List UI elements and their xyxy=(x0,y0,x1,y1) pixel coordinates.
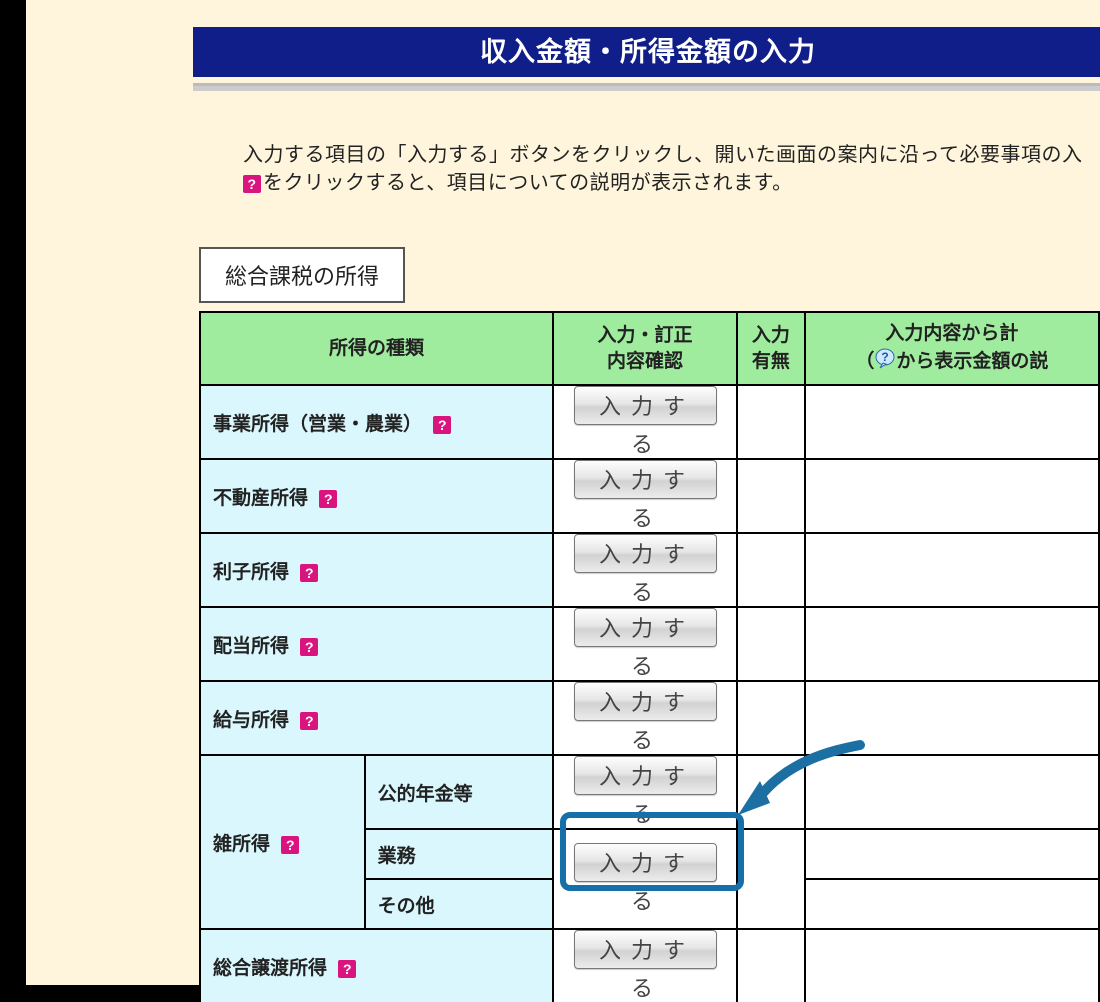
misc-sub-cell: 業務 xyxy=(365,829,554,879)
presence-cell xyxy=(737,681,805,755)
input-button[interactable]: 入力する xyxy=(574,756,717,795)
calc-cell xyxy=(805,681,1099,755)
button-cell: 入力する xyxy=(553,533,737,607)
button-cell: 入力する xyxy=(553,929,737,1002)
help-icon[interactable]: ? xyxy=(300,564,318,582)
section-label: 総合課税の所得 xyxy=(225,264,379,289)
input-button[interactable]: 入力する xyxy=(574,608,717,647)
header-presence: 入力 有無 xyxy=(737,312,805,385)
viewport: 収入金額・所得金額の入力 入力する項目の「入力する」ボタンをクリックし、開いた画… xyxy=(0,0,1100,1002)
button-cell: 入力する xyxy=(553,607,737,681)
header-calc: 入力内容から計 （?から表示金額の説 xyxy=(805,312,1099,385)
instruction-line2: をクリックすると、項目についての説明が表示されます。 xyxy=(263,172,793,194)
table-row: 利子所得 ? 入力する xyxy=(200,533,1099,607)
table-row: 配当所得 ? 入力する xyxy=(200,607,1099,681)
calc-cell xyxy=(805,929,1099,1002)
help-icon[interactable]: ? xyxy=(243,175,261,193)
help-icon[interactable]: ? xyxy=(338,960,356,978)
title-underline xyxy=(193,83,1100,91)
misc-sub-cell: その他 xyxy=(365,879,554,929)
help-icon[interactable]: ? xyxy=(319,490,337,508)
presence-cell xyxy=(737,755,805,829)
input-button[interactable]: 入力する xyxy=(574,460,717,499)
help-icon[interactable]: ? xyxy=(433,416,451,434)
button-cell: 入力する xyxy=(553,829,737,929)
income-type-cell: 総合譲渡所得 ? xyxy=(200,929,553,1002)
presence-cell xyxy=(737,607,805,681)
input-button[interactable]: 入力する xyxy=(574,930,717,969)
help-icon[interactable]: ? xyxy=(300,712,318,730)
button-cell: 入力する xyxy=(553,755,737,829)
help-icon[interactable]: ? xyxy=(300,638,318,656)
button-cell: 入力する xyxy=(553,385,737,459)
header-type: 所得の種類 xyxy=(200,312,553,385)
misc-income-group-cell: 雑所得 ? xyxy=(200,755,365,929)
income-type-cell: 配当所得 ? xyxy=(200,607,553,681)
header-confirm: 入力・訂正 内容確認 xyxy=(553,312,737,385)
presence-cell xyxy=(737,385,805,459)
misc-sub-cell: 公的年金等 xyxy=(365,755,554,829)
income-table: 所得の種類 入力・訂正 内容確認 入力 有無 入力内容から計 （?から表示金額の… xyxy=(199,311,1100,1002)
income-type-cell: 給与所得 ? xyxy=(200,681,553,755)
income-type-cell: 不動産所得 ? xyxy=(200,459,553,533)
table-header-row: 所得の種類 入力・訂正 内容確認 入力 有無 入力内容から計 （?から表示金額の… xyxy=(200,312,1099,385)
section-label-box: 総合課税の所得 xyxy=(199,247,405,303)
page-title: 収入金額・所得金額の入力 xyxy=(480,37,816,67)
calc-cell xyxy=(805,607,1099,681)
table-row: 事業所得（営業・農業） ? 入力する xyxy=(200,385,1099,459)
button-cell: 入力する xyxy=(553,459,737,533)
income-type-cell: 事業所得（営業・農業） ? xyxy=(200,385,553,459)
calc-cell xyxy=(805,533,1099,607)
table-row: 不動産所得 ? 入力する xyxy=(200,459,1099,533)
presence-cell xyxy=(737,829,805,929)
table-row: 総合譲渡所得 ? 入力する xyxy=(200,929,1099,1002)
page-title-bar: 収入金額・所得金額の入力 xyxy=(193,27,1100,77)
calc-cell xyxy=(805,829,1099,879)
table-row: 給与所得 ? 入力する xyxy=(200,681,1099,755)
input-button-highlighted[interactable]: 入力する xyxy=(574,843,717,882)
input-button[interactable]: 入力する xyxy=(574,682,717,721)
calc-cell xyxy=(805,755,1099,829)
income-type-cell: 利子所得 ? xyxy=(200,533,553,607)
input-button[interactable]: 入力する xyxy=(574,534,717,573)
table-row: 雑所得 ? 公的年金等 入力する xyxy=(200,755,1099,829)
presence-cell xyxy=(737,929,805,1002)
input-button[interactable]: 入力する xyxy=(574,386,717,425)
instruction-line1: 入力する項目の「入力する」ボタンをクリックし、開いた画面の案内に沿って必要事項の… xyxy=(243,144,1083,166)
calc-cell xyxy=(805,879,1099,929)
help-icon[interactable]: ? xyxy=(281,836,299,854)
svg-text:?: ? xyxy=(882,350,889,364)
help-bubble-icon[interactable]: ? xyxy=(874,347,896,377)
calc-cell xyxy=(805,459,1099,533)
calc-cell xyxy=(805,385,1099,459)
presence-cell xyxy=(737,459,805,533)
instructions: 入力する項目の「入力する」ボタンをクリックし、開いた画面の案内に沿って必要事項の… xyxy=(243,141,1083,197)
presence-cell xyxy=(737,533,805,607)
button-cell: 入力する xyxy=(553,681,737,755)
